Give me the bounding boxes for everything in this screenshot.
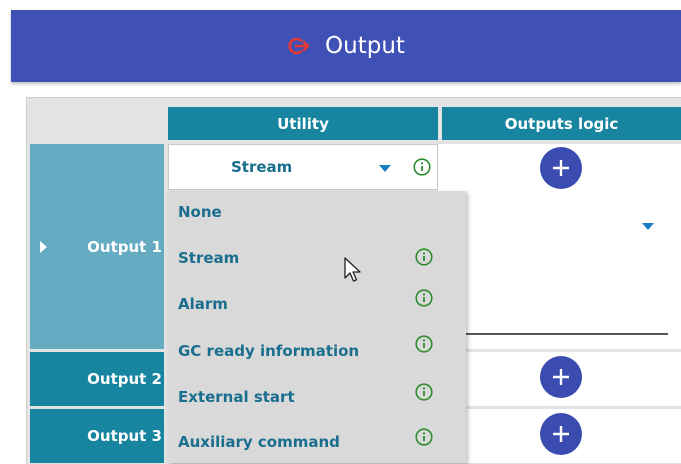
logout-icon[interactable] (287, 34, 311, 58)
column-header-utility: Utility (168, 107, 438, 140)
dropdown-option-external-start[interactable]: External start (178, 388, 295, 406)
add-logic-button-1[interactable] (540, 147, 582, 189)
info-icon[interactable] (415, 289, 433, 307)
dropdown-option-auxiliary-command[interactable]: Auxiliary command (178, 433, 340, 451)
row-output-1[interactable]: Output 1 (30, 144, 164, 349)
row-label: Output 1 (87, 237, 162, 256)
utility-dropdown-list: None Stream Alarm GC ready information E… (168, 191, 466, 463)
utility-select[interactable]: Stream (168, 144, 438, 190)
plus-icon (553, 160, 569, 176)
dropdown-option-alarm[interactable]: Alarm (178, 295, 228, 313)
info-icon[interactable] (415, 248, 433, 266)
plus-icon (553, 426, 569, 442)
info-icon[interactable] (413, 158, 431, 176)
row-label: Output 3 (87, 427, 162, 445)
row-output-3[interactable]: Output 3 (30, 409, 164, 463)
chevron-down-icon[interactable] (642, 223, 654, 230)
expand-arrow-icon[interactable] (40, 240, 47, 253)
logic-select[interactable] (438, 207, 668, 247)
chevron-down-icon[interactable] (379, 165, 391, 172)
title-bar: Output (11, 10, 681, 82)
row-output-2[interactable]: Output 2 (30, 352, 164, 406)
info-icon[interactable] (415, 335, 433, 353)
column-header-outputs-logic: Outputs logic (442, 107, 681, 140)
utility-selected-value: Stream (231, 158, 293, 176)
dropdown-option-none[interactable]: None (178, 203, 222, 221)
divider (438, 333, 668, 335)
mouse-cursor-icon (344, 257, 361, 282)
dropdown-option-stream[interactable]: Stream (178, 249, 239, 267)
info-icon[interactable] (415, 383, 433, 401)
add-logic-button-2[interactable] (540, 356, 582, 398)
row-label: Output 2 (87, 370, 162, 388)
info-icon[interactable] (415, 428, 433, 446)
plus-icon (553, 369, 569, 385)
page-title: Output (325, 33, 405, 59)
dropdown-option-gc-ready-information[interactable]: GC ready information (178, 342, 359, 360)
add-logic-button-3[interactable] (540, 413, 582, 455)
